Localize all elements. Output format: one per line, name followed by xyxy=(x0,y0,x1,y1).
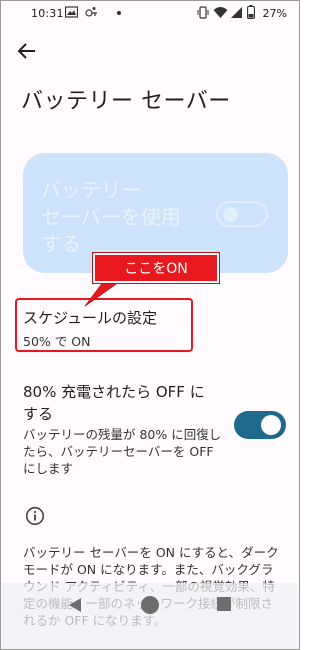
notification-dot xyxy=(117,11,121,15)
info-icon xyxy=(25,506,45,526)
wifi-icon xyxy=(213,7,228,18)
schedule-title[interactable]: スケジュールの設定 xyxy=(23,307,157,328)
charge-off-description: バッテリーの残量が 80% に回復したら、バッテリーセーバーを OFF にします xyxy=(23,427,222,476)
nav-back-icon[interactable] xyxy=(67,597,83,613)
battery-percent: 27% xyxy=(262,7,287,20)
status-time: 10:31 xyxy=(31,7,64,20)
gallery-icon xyxy=(65,6,78,18)
charge-off-toggle-switch[interactable] xyxy=(234,411,286,439)
nav-recents-icon[interactable] xyxy=(217,597,231,611)
main-toggle-switch[interactable] xyxy=(216,201,268,227)
charge-off-toggle-knob xyxy=(261,415,281,435)
main-toggle-label: バッテリー セーバーを使用 する xyxy=(41,178,181,256)
battery-icon xyxy=(247,5,255,19)
navigation-bar xyxy=(1,583,299,649)
nav-home-icon[interactable] xyxy=(141,596,159,614)
status-bar: 10:31 27% xyxy=(1,1,299,27)
screen: 10:31 27% バッテリー セーバー バッテリー セーバーを使用 する ここ… xyxy=(0,0,300,650)
vibrate-icon xyxy=(197,6,209,19)
schedule-subtitle: 50% で ON xyxy=(23,334,91,349)
back-arrow-icon[interactable] xyxy=(13,39,41,63)
page-title: バッテリー セーバー xyxy=(21,89,231,114)
main-toggle-knob xyxy=(223,207,238,222)
signal-icon xyxy=(231,7,242,18)
vpn-icon xyxy=(85,7,97,17)
charge-off-title: 80% 充電されたら OFF に する xyxy=(23,383,205,423)
callout-label: ここをON xyxy=(92,252,220,284)
